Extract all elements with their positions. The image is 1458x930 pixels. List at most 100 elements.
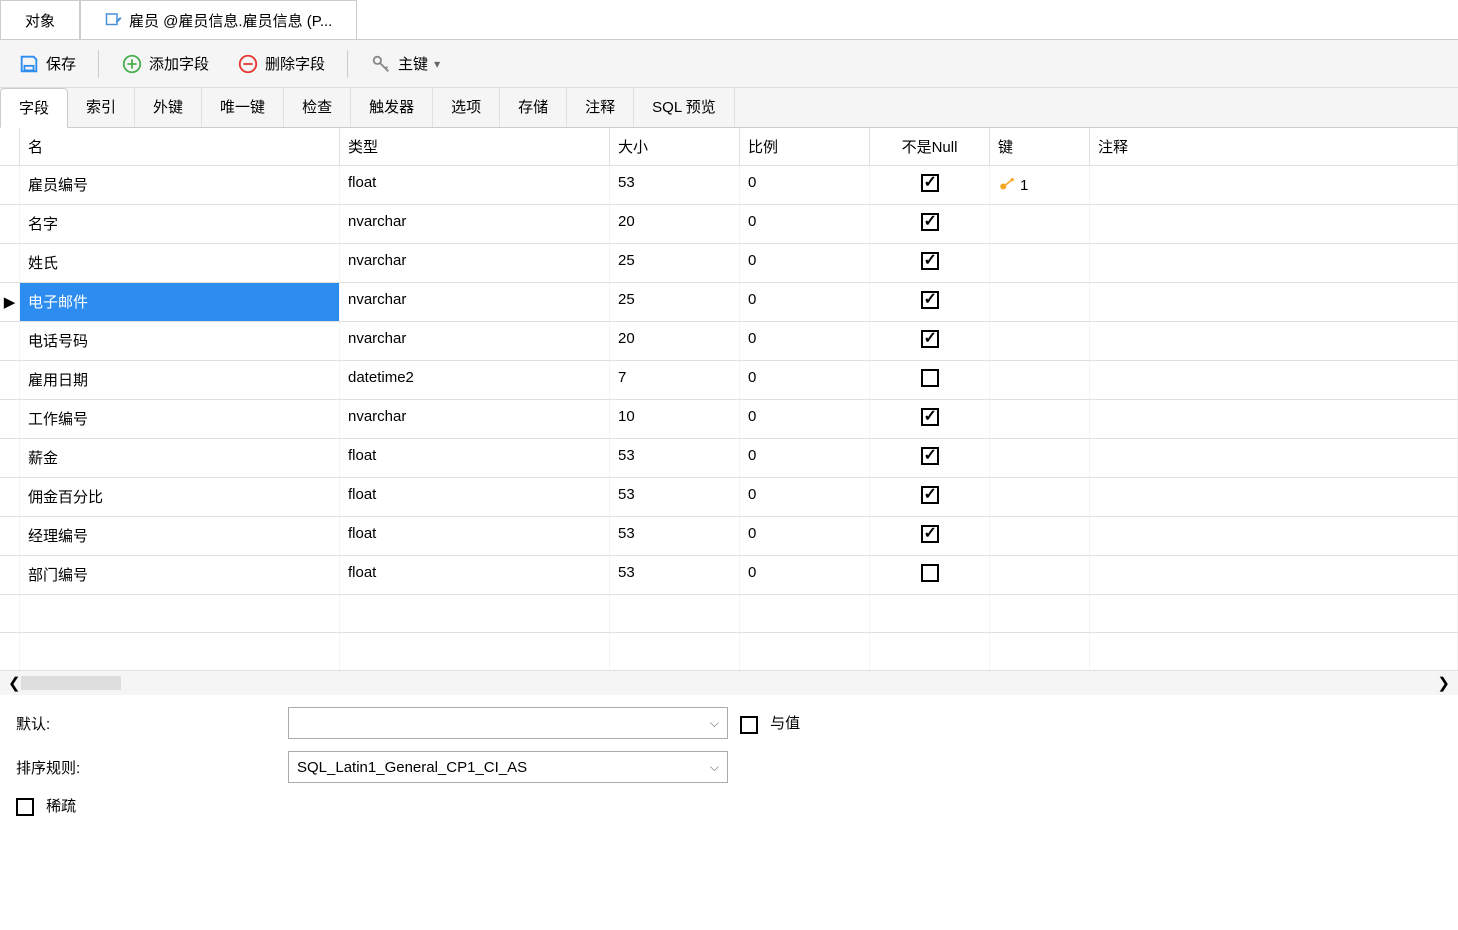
horizontal-scrollbar[interactable]: ❮ ❯ [0,671,1458,695]
cell-size[interactable]: 10 [610,400,740,438]
cell-not-null[interactable] [870,283,990,321]
table-row[interactable]: 雇用日期datetime270 [0,361,1458,400]
not-null-checkbox[interactable] [921,213,939,231]
cell-comment[interactable] [1090,166,1458,204]
scroll-left-icon[interactable]: ❮ [8,674,21,692]
cell-not-null[interactable] [870,361,990,399]
cell-name[interactable]: 佣金百分比 [20,478,340,516]
cell-name[interactable]: 工作编号 [20,400,340,438]
cell-scale[interactable]: 0 [740,205,870,243]
not-null-checkbox[interactable] [921,525,939,543]
cell-comment[interactable] [1090,439,1458,477]
cell-name[interactable]: 部门编号 [20,556,340,594]
cell-not-null[interactable] [870,556,990,594]
cell-comment[interactable] [1090,205,1458,243]
tab-editor[interactable]: 雇员 @雇员信息.雇员信息 (P... [80,0,357,39]
cell-comment[interactable] [1090,322,1458,360]
cell-not-null[interactable] [870,166,990,204]
not-null-checkbox[interactable] [921,174,939,192]
table-row[interactable]: 雇员编号float5301 [0,166,1458,205]
cell-size[interactable]: 20 [610,322,740,360]
empty-row[interactable] [0,633,1458,671]
header-size[interactable]: 大小 [610,128,740,165]
cell-type[interactable]: nvarchar [340,400,610,438]
cell-key[interactable] [990,517,1090,555]
cell-not-null[interactable] [870,478,990,516]
with-value-checkbox-wrap[interactable]: 与值 [740,712,800,733]
cell-type[interactable]: float [340,517,610,555]
scroll-thumb[interactable] [21,676,121,690]
cell-name[interactable]: 姓氏 [20,244,340,282]
primary-key-button[interactable]: 主键 ▾ [364,49,446,79]
table-row[interactable]: 工作编号nvarchar100 [0,400,1458,439]
table-row[interactable]: 经理编号float530 [0,517,1458,556]
sparse-checkbox[interactable] [16,798,34,816]
table-row[interactable]: 部门编号float530 [0,556,1458,595]
cell-type[interactable]: nvarchar [340,322,610,360]
cell-size[interactable]: 53 [610,517,740,555]
cell-scale[interactable]: 0 [740,322,870,360]
scroll-track[interactable] [21,676,1438,690]
default-select[interactable]: ⌵ [288,707,728,739]
cell-key[interactable] [990,556,1090,594]
cell-name[interactable]: 雇员编号 [20,166,340,204]
not-null-checkbox[interactable] [921,252,939,270]
collation-select[interactable]: SQL_Latin1_General_CP1_CI_AS ⌵ [288,751,728,783]
save-button[interactable]: 保存 [12,49,82,79]
tab-9[interactable]: SQL 预览 [634,88,735,127]
cell-comment[interactable] [1090,478,1458,516]
cell-scale[interactable]: 0 [740,517,870,555]
cell-not-null[interactable] [870,439,990,477]
cell-scale[interactable]: 0 [740,400,870,438]
cell-type[interactable]: nvarchar [340,244,610,282]
cell-scale[interactable]: 0 [740,244,870,282]
sparse-checkbox-wrap[interactable]: 稀疏 [16,795,76,816]
cell-type[interactable]: float [340,478,610,516]
cell-key[interactable] [990,400,1090,438]
cell-name[interactable]: 名字 [20,205,340,243]
header-name[interactable]: 名 [20,128,340,165]
cell-name[interactable]: 电子邮件 [20,283,340,321]
table-row[interactable]: ▶电子邮件nvarchar250 [0,283,1458,322]
not-null-checkbox[interactable] [921,564,939,582]
header-comment[interactable]: 注释 [1090,128,1458,165]
tab-4[interactable]: 检查 [284,88,351,127]
delete-field-button[interactable]: 删除字段 [231,49,331,79]
cell-type[interactable]: datetime2 [340,361,610,399]
scroll-right-icon[interactable]: ❯ [1437,674,1450,692]
cell-scale[interactable]: 0 [740,166,870,204]
empty-row[interactable] [0,595,1458,633]
table-row[interactable]: 姓氏nvarchar250 [0,244,1458,283]
not-null-checkbox[interactable] [921,447,939,465]
cell-not-null[interactable] [870,322,990,360]
header-key[interactable]: 键 [990,128,1090,165]
cell-type[interactable]: nvarchar [340,205,610,243]
cell-key[interactable] [990,205,1090,243]
cell-not-null[interactable] [870,400,990,438]
not-null-checkbox[interactable] [921,408,939,426]
cell-not-null[interactable] [870,244,990,282]
cell-scale[interactable]: 0 [740,439,870,477]
with-value-checkbox[interactable] [740,716,758,734]
cell-scale[interactable]: 0 [740,361,870,399]
cell-name[interactable]: 经理编号 [20,517,340,555]
cell-size[interactable]: 20 [610,205,740,243]
cell-size[interactable]: 7 [610,361,740,399]
cell-size[interactable]: 53 [610,478,740,516]
cell-name[interactable]: 雇用日期 [20,361,340,399]
cell-comment[interactable] [1090,517,1458,555]
tab-8[interactable]: 注释 [567,88,634,127]
header-not-null[interactable]: 不是Null [870,128,990,165]
tab-7[interactable]: 存储 [500,88,567,127]
not-null-checkbox[interactable] [921,291,939,309]
cell-comment[interactable] [1090,400,1458,438]
table-row[interactable]: 名字nvarchar200 [0,205,1458,244]
cell-size[interactable]: 25 [610,283,740,321]
cell-scale[interactable]: 0 [740,478,870,516]
tab-2[interactable]: 外键 [135,88,202,127]
not-null-checkbox[interactable] [921,369,939,387]
cell-key[interactable] [990,361,1090,399]
cell-name[interactable]: 电话号码 [20,322,340,360]
cell-not-null[interactable] [870,205,990,243]
cell-scale[interactable]: 0 [740,283,870,321]
